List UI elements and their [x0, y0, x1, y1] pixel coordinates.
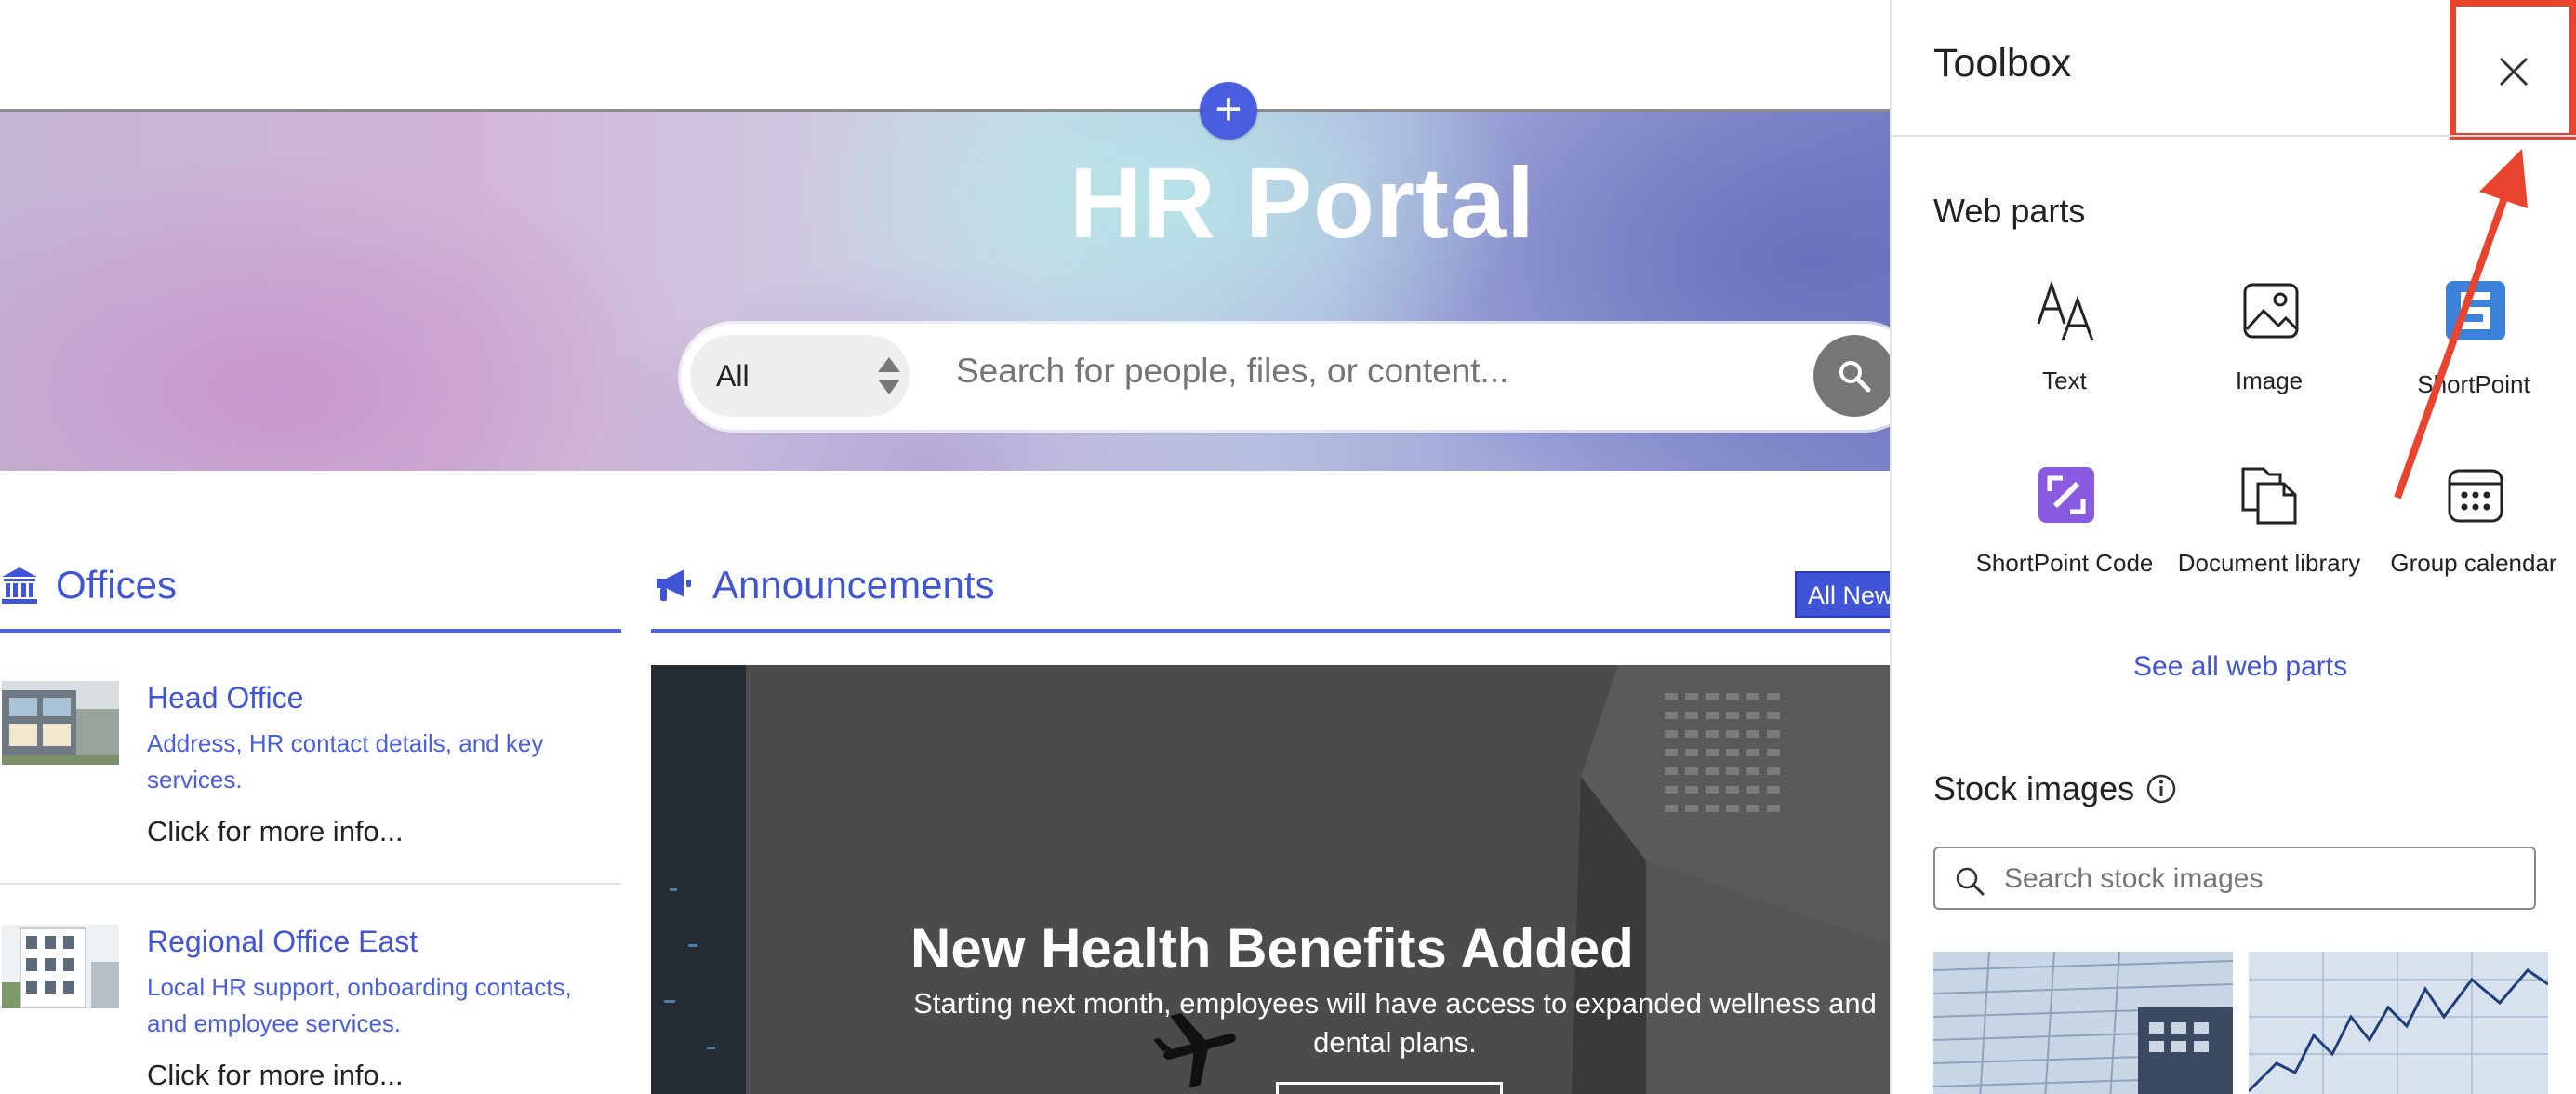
- close-icon: [2499, 57, 2529, 87]
- stock-search-box[interactable]: [1933, 847, 2536, 910]
- web-part-label: ShortPoint Code: [1975, 549, 2154, 577]
- stock-images-heading: Stock images: [1933, 769, 2135, 807]
- web-part-group-calendar[interactable]: Group calendar: [2381, 463, 2567, 621]
- news-subtitle: Starting next month, employees will have…: [913, 987, 1877, 1059]
- office-description: Address, HR contact details, and key ser…: [147, 729, 544, 794]
- image-icon: [2243, 283, 2299, 339]
- stock-image-thumbnail[interactable]: [2249, 952, 2548, 1094]
- web-parts-heading: Web parts: [1933, 192, 2086, 230]
- toolbox-title: Toolbox: [1933, 41, 2072, 86]
- offices-header: Offices: [0, 563, 177, 607]
- web-part-label: Text: [2042, 367, 2087, 394]
- web-part-image[interactable]: Image: [2176, 279, 2362, 400]
- web-part-shortpoint-code[interactable]: ShortPoint Code: [1972, 463, 2158, 621]
- office-thumbnail: [2, 925, 119, 1008]
- office-description: Local HR support, onboarding contacts, a…: [147, 973, 572, 1037]
- web-part-label: Image: [2235, 367, 2304, 394]
- hero-banner: HR Portal All: [0, 112, 1890, 471]
- office-name[interactable]: Head Office: [147, 681, 303, 715]
- office-item-east[interactable]: Regional Office East Local HR support, o…: [0, 925, 621, 1094]
- toolbox-panel: Toolbox Web parts Text Image ShortPoint …: [1890, 0, 2576, 1094]
- announcements-header: Announcements: [653, 563, 995, 607]
- group-calendar-icon: [2448, 469, 2503, 523]
- web-part-text[interactable]: Text: [1972, 279, 2158, 400]
- search-icon: [1839, 361, 1871, 393]
- office-separator: [0, 883, 621, 885]
- page-title: HR Portal: [1069, 146, 1536, 259]
- search-bar: All: [681, 324, 1890, 430]
- search-icon: [1956, 867, 1985, 896]
- search-input[interactable]: [956, 352, 1793, 391]
- offices-title: Offices: [56, 563, 177, 607]
- announcements-title: Announcements: [712, 563, 995, 607]
- office-thumbnail: [2, 681, 119, 765]
- office-name[interactable]: Regional Office East: [147, 925, 418, 959]
- stock-search-input[interactable]: [2004, 863, 2506, 895]
- shortpoint-code-icon: [2038, 467, 2094, 523]
- web-part-document-library[interactable]: Document library: [2176, 463, 2362, 621]
- all-news-button[interactable]: All News: [1795, 571, 1890, 618]
- stock-images-header: Stock images: [1933, 769, 2177, 808]
- web-part-shortpoint[interactable]: ShortPoint: [2381, 279, 2567, 400]
- add-section-button[interactable]: +: [1200, 82, 1257, 140]
- search-scope-select[interactable]: All: [690, 335, 910, 417]
- office-more-link[interactable]: Click for more info...: [147, 1059, 404, 1092]
- close-button[interactable]: [2450, 0, 2576, 140]
- office-more-link[interactable]: Click for more info...: [147, 815, 404, 848]
- document-library-icon: [2241, 467, 2297, 525]
- shortpoint-icon: [2446, 281, 2505, 340]
- select-arrows-icon: [878, 357, 900, 394]
- page-canvas: + HR Portal All Search for people, files…: [0, 0, 1890, 1094]
- featured-news-card[interactable]: New Health Benefits Added Starting next …: [651, 665, 1890, 1094]
- text-icon: [2037, 280, 2094, 341]
- see-all-web-parts-link[interactable]: See all web parts: [2133, 651, 2347, 683]
- stock-image-thumbnail[interactable]: [1933, 952, 2233, 1094]
- bank-icon: [2, 567, 37, 604]
- info-icon[interactable]: [2145, 773, 2177, 805]
- office-item-head[interactable]: Head Office Address, HR contact details,…: [0, 681, 621, 867]
- news-read-more-button[interactable]: [1276, 1082, 1503, 1094]
- search-scope-value: All: [716, 359, 750, 393]
- news-title[interactable]: New Health Benefits Added: [651, 916, 1890, 981]
- offices-rule: [0, 629, 621, 633]
- web-part-label: ShortPoint: [2417, 370, 2530, 398]
- web-part-label: Document library: [2177, 549, 2361, 577]
- toolbox-header-divider: [1892, 135, 2576, 137]
- search-button[interactable]: [1813, 335, 1890, 417]
- megaphone-icon: [657, 569, 691, 601]
- announcements-rule: [651, 629, 1890, 633]
- web-part-label: Group calendar: [2390, 549, 2557, 577]
